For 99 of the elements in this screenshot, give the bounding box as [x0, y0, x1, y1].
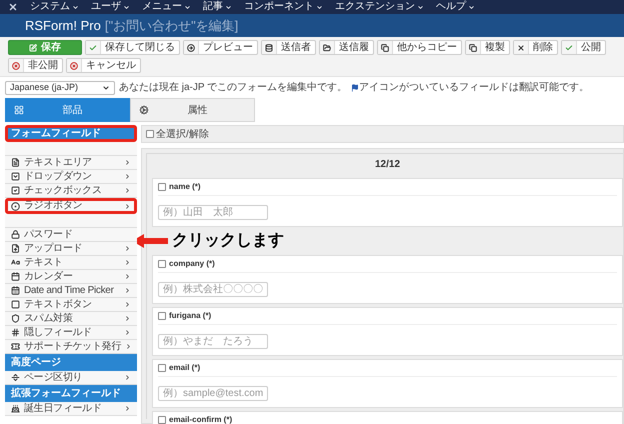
toolbar-button[interactable]: 他からコピー [377, 40, 462, 55]
sidebar-section-header: 拡張フォームフィールド [5, 385, 137, 402]
sidebar-item[interactable]: テキストエリア [5, 156, 137, 170]
flag-icon [351, 84, 360, 92]
page-break-icon [11, 373, 20, 382]
notice-text: あなたは現在 ja-JP でこのフォームを編集中です。 [119, 80, 348, 95]
logo-icon [8, 2, 18, 12]
edit-icon [29, 44, 37, 52]
field-label: email (*) [169, 362, 200, 374]
caret-icon [468, 4, 475, 10]
panel-heading: 12/12 [374, 158, 402, 172]
callout-text: クリックします [172, 233, 284, 249]
menu-item[interactable]: システム [30, 2, 70, 12]
toolbar-button[interactable]: 複製 [465, 40, 510, 55]
chevron-right-icon [124, 405, 131, 412]
input-field[interactable]: 例）山田 太郎 [158, 205, 268, 220]
check-icon [565, 44, 573, 52]
sidebar-item[interactable]: サポートチケット発行 [5, 340, 137, 354]
caret-icon [417, 4, 424, 10]
field-label: furigana (*) [169, 310, 212, 322]
tab[interactable]: 属性 [130, 98, 255, 122]
sidebar-item[interactable]: テキストボタン [5, 298, 137, 312]
toolbar-button[interactable]: 保存して閉じる [85, 40, 180, 55]
sidebar-item[interactable]: スパム対策 [5, 312, 137, 326]
text-icon [11, 258, 20, 267]
dropdown-icon [11, 172, 20, 181]
sidebar-item[interactable]: テキスト [5, 256, 137, 270]
menu-item[interactable]: ユーザ [91, 2, 121, 12]
caret-icon [123, 4, 130, 10]
lock-icon [11, 230, 20, 239]
checkbox[interactable] [158, 364, 166, 372]
checkbox[interactable] [146, 130, 154, 138]
caret-icon [72, 4, 79, 10]
toolbar-button[interactable]: 非公開 [8, 58, 63, 73]
toolbar-button[interactable]: 削除 [513, 40, 558, 55]
menu-item[interactable]: コンポーネント [244, 2, 314, 12]
sidebar-item[interactable]: ドロップダウン [5, 170, 137, 184]
menu-item[interactable]: メニュー [142, 2, 182, 12]
grid-icon [14, 105, 24, 115]
chevron-right-icon [124, 374, 131, 381]
sidebar-item[interactable]: ラジオボタン [5, 198, 137, 214]
sidebar-item[interactable]: カレンダー [5, 270, 137, 284]
toolbar-button[interactable]: 送信者 [261, 40, 316, 55]
toolbar-button[interactable]: 公開 [561, 40, 606, 55]
toolbar-button[interactable]: キャンセル [66, 58, 141, 73]
sidebar-item[interactable]: アップロード [5, 242, 137, 256]
page-title: ["お問い合わせ"を編集] [104, 16, 238, 35]
copy-icon [381, 44, 389, 52]
textarea-icon [11, 158, 20, 167]
checkbox[interactable] [158, 312, 166, 320]
field-label: name (*) [169, 181, 201, 193]
calendar-icon [11, 272, 20, 281]
field-label: email-confirm (*) [169, 414, 232, 424]
check-icon [89, 44, 97, 52]
checkbox-icon [11, 186, 20, 195]
arrow-circle-icon [187, 44, 195, 52]
close-icon [517, 44, 525, 52]
upload-icon [11, 244, 20, 253]
app-title: RSForm! Pro [25, 16, 101, 35]
caret-icon [102, 84, 110, 92]
menu-item[interactable]: エクステンション [335, 2, 415, 12]
select-all-label[interactable]: 全選択/解除 [156, 126, 209, 142]
database-icon [265, 44, 273, 52]
sidebar-section-header: 高度ページ [5, 354, 137, 371]
language-select[interactable]: Japanese (ja-JP) [5, 80, 115, 94]
sidebar-item[interactable]: チェックボックス [5, 184, 137, 198]
checkbox[interactable] [158, 260, 166, 268]
toolbar-button[interactable]: プレビュー [183, 40, 258, 55]
shield-icon [11, 314, 20, 323]
x-circle-icon [12, 62, 20, 70]
chevron-right-icon [124, 202, 131, 210]
sidebar-item[interactable]: 隠しフィールド [5, 326, 137, 340]
checkbox[interactable] [158, 416, 166, 424]
toolbar-button[interactable]: 送信履 [319, 40, 374, 55]
input-field[interactable]: 例）sample@test.com [158, 386, 268, 401]
field-label: company (*) [169, 258, 215, 270]
notice-text: アイコンがついているフィールドは翻訳可能です。 [359, 80, 590, 95]
square-icon [11, 300, 20, 309]
radio-icon [11, 202, 20, 210]
cake-icon [11, 404, 20, 413]
sidebar-item[interactable]: ページ区切り [5, 371, 137, 385]
input-field[interactable]: 例）やまだ たろう [158, 334, 268, 349]
input-field[interactable]: 例）株式会社〇〇〇〇 [158, 282, 268, 297]
caret-icon [225, 4, 232, 10]
x-circle-icon [70, 62, 78, 70]
folder-icon [323, 44, 331, 52]
caret-icon [184, 4, 191, 10]
checkbox[interactable] [158, 183, 166, 191]
sidebar-item[interactable]: 誕生日フィールド [5, 402, 137, 416]
sidebar-item[interactable]: Date and Time Picker [5, 284, 137, 298]
menu-item[interactable]: 記事 [203, 2, 223, 12]
sidebar-section-header: フォームフィールド [5, 125, 137, 142]
caret-icon [316, 4, 323, 10]
menu-item[interactable]: ヘルプ [436, 2, 466, 12]
tab[interactable]: 部品 [5, 98, 130, 122]
calendar-grid-icon [11, 286, 20, 295]
ticket-icon [11, 342, 20, 351]
sidebar-item[interactable]: パスワード [5, 228, 137, 242]
copy-icon [469, 44, 477, 52]
